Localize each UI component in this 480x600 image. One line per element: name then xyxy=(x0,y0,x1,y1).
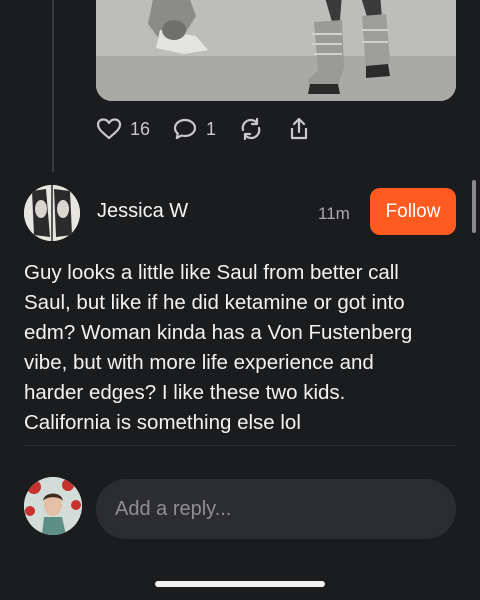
comment-body: Guy looks a little like Saul from better… xyxy=(24,258,464,438)
author-avatar[interactable] xyxy=(24,185,80,241)
post-image[interactable] xyxy=(96,0,456,101)
share-icon xyxy=(286,116,312,142)
home-indicator[interactable] xyxy=(155,581,325,587)
comment-line: Guy looks a little like Saul from better… xyxy=(24,261,399,284)
comment-line: harder edges? I like these two kids. xyxy=(24,381,346,404)
like-count: 16 xyxy=(130,118,151,139)
comment-line: vibe, but with more life experience and xyxy=(24,351,374,374)
my-avatar[interactable] xyxy=(24,477,82,535)
post-actions: 16 1 xyxy=(96,114,334,144)
comment-line: Saul, but like if he did ketamine or got… xyxy=(24,291,405,314)
repost-button[interactable] xyxy=(238,117,264,141)
like-button[interactable]: 16 xyxy=(96,117,150,141)
follow-button[interactable]: Follow xyxy=(370,188,456,235)
comment-line: edm? Woman kinda has a Von Fustenberg xyxy=(24,321,413,344)
repost-icon xyxy=(238,117,264,141)
reply-input[interactable]: Add a reply... xyxy=(96,479,456,539)
reply-count: 1 xyxy=(206,118,217,139)
divider xyxy=(24,445,456,446)
comment-line: California is something else lol xyxy=(24,411,301,434)
scrollbar[interactable] xyxy=(472,180,476,233)
share-button[interactable] xyxy=(286,116,312,142)
heart-icon xyxy=(96,117,122,141)
comment-icon xyxy=(172,117,198,141)
author-name[interactable]: Jessica W xyxy=(97,200,188,223)
thread-line xyxy=(52,0,54,172)
reply-button[interactable]: 1 xyxy=(172,117,216,141)
comment-timestamp: 11m xyxy=(318,204,350,223)
